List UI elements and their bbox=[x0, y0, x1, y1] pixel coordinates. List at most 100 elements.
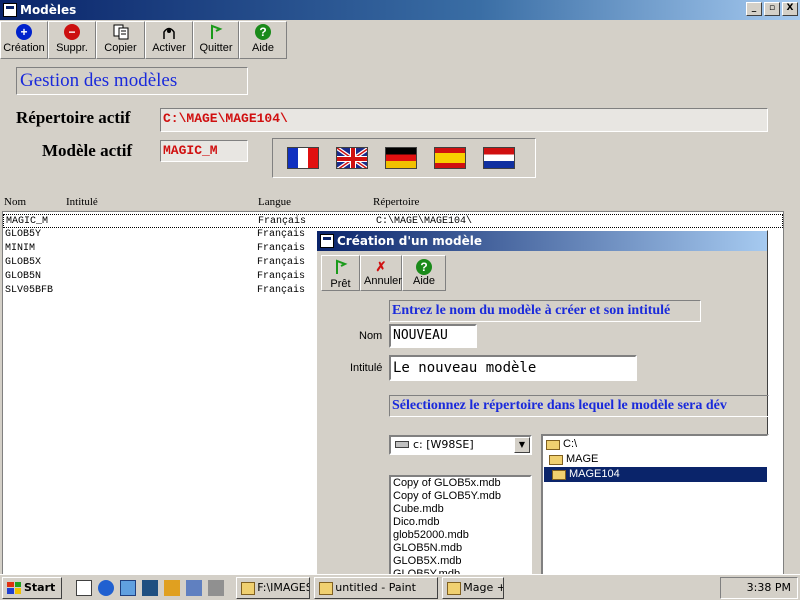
file-item[interactable]: GLOB5N.mdb bbox=[393, 542, 530, 555]
row-name: GLOB5Y bbox=[5, 229, 42, 240]
list-item[interactable]: MAGIC_M Français C:\MAGE\MAGE104\ bbox=[3, 214, 783, 228]
language-flags bbox=[272, 138, 536, 178]
french-flag-icon[interactable] bbox=[287, 147, 319, 169]
dir-label: C:\ bbox=[563, 438, 578, 450]
windows-logo-icon bbox=[7, 581, 21, 594]
file-list[interactable]: Copy of GLOB5x.mdb Copy of GLOB5Y.mdb Cu… bbox=[389, 475, 532, 587]
title-input[interactable]: Le nouveau modèle bbox=[389, 355, 637, 381]
activate-icon bbox=[163, 27, 175, 39]
app-launch-icon[interactable] bbox=[164, 579, 181, 596]
maximize-button[interactable]: ▫ bbox=[764, 2, 780, 16]
file-item[interactable]: Copy of GLOB5x.mdb bbox=[393, 477, 530, 490]
system-tray: 3:38 PM bbox=[719, 577, 798, 599]
dir-item[interactable]: MAGE bbox=[549, 452, 602, 467]
delete-label: Suppr. bbox=[56, 42, 88, 54]
file-item[interactable]: Copy of GLOB5Y.mdb bbox=[393, 490, 530, 503]
taskbar-item-mage[interactable]: Mage + 3 bbox=[442, 576, 505, 599]
help-button[interactable]: ? Aide bbox=[239, 21, 287, 59]
window-controls: _ ▫ X bbox=[746, 2, 798, 16]
row-language: Français bbox=[258, 216, 307, 227]
directory-tree[interactable]: C:\ MAGE MAGE104 bbox=[541, 434, 769, 587]
outlook-icon[interactable] bbox=[120, 579, 137, 596]
taskbar-item-paint[interactable]: untitled - Paint bbox=[314, 576, 439, 599]
folder-open-icon bbox=[546, 439, 560, 450]
dir-item[interactable]: C:\ bbox=[546, 437, 581, 452]
dialog-title: Création d'un modèle bbox=[337, 234, 483, 248]
row-language: Français bbox=[257, 271, 306, 282]
col-header-directory[interactable]: Répertoire bbox=[373, 196, 419, 208]
uk-flag-icon[interactable] bbox=[336, 147, 368, 169]
ready-button[interactable]: Prêt bbox=[321, 255, 360, 291]
name-input[interactable]: NOUVEAU bbox=[389, 324, 477, 348]
channels-icon[interactable] bbox=[142, 579, 159, 596]
spanish-flag-icon[interactable] bbox=[434, 147, 466, 169]
show-desktop-icon[interactable] bbox=[76, 579, 93, 596]
folder-open-icon bbox=[549, 454, 563, 465]
start-button[interactable]: Start bbox=[2, 576, 63, 599]
explorer-icon[interactable] bbox=[186, 579, 203, 596]
active-dir-label: Répertoire actif bbox=[16, 108, 131, 127]
create-model-dialog: Création d'un modèle Prêt ✗ Annuler ? Ai… bbox=[316, 230, 769, 587]
quit-button[interactable]: Quitter bbox=[193, 21, 239, 59]
dialog-help-button[interactable]: ? Aide bbox=[402, 255, 446, 291]
row-name: MINIM bbox=[5, 243, 36, 254]
cancel-button[interactable]: ✗ Annuler bbox=[360, 255, 402, 291]
file-item[interactable]: glob52000.mdb bbox=[393, 529, 530, 542]
utility-icon[interactable] bbox=[208, 579, 225, 596]
creation-button[interactable]: + Création bbox=[0, 21, 48, 59]
help-icon: ? bbox=[416, 259, 432, 275]
copy-button[interactable]: Copier bbox=[96, 21, 145, 59]
row-language: Français bbox=[257, 243, 306, 254]
copy-label: Copier bbox=[104, 42, 137, 54]
start-label: Start bbox=[24, 580, 56, 594]
dir-label: MAGE104 bbox=[569, 468, 620, 480]
col-header-title[interactable]: Intitulé bbox=[66, 196, 98, 208]
row-directory: C:\MAGE\MAGE104\ bbox=[376, 216, 473, 227]
delete-button[interactable]: − Suppr. bbox=[48, 21, 96, 59]
copy-icon bbox=[113, 24, 128, 40]
row-name: GLOB5N bbox=[5, 271, 42, 282]
name-section-heading: Entrez le nom du modèle à créer et son i… bbox=[389, 300, 701, 322]
drive-select[interactable]: c: [W98SE] ▼ bbox=[389, 435, 532, 455]
row-language: Français bbox=[257, 285, 306, 296]
file-item[interactable]: GLOB5X.mdb bbox=[393, 555, 530, 568]
main-toolbar: + Création − Suppr. Copier Activer Quitt… bbox=[0, 21, 287, 59]
taskbar-item-images[interactable]: F:\IMAGES bbox=[236, 576, 311, 599]
list-scrollbar[interactable] bbox=[784, 213, 800, 583]
activate-label: Activer bbox=[152, 42, 186, 54]
col-header-language[interactable]: Langue bbox=[258, 196, 291, 208]
title-label: Intitulé bbox=[350, 362, 383, 374]
taskbar: Start F:\IMAGES untitled - Paint Mage + … bbox=[0, 574, 800, 600]
name-label: Nom bbox=[359, 330, 383, 342]
active-model-field: MAGIC_M bbox=[160, 140, 248, 162]
drive-value: c: [W98SE] bbox=[413, 438, 474, 451]
help-icon: ? bbox=[255, 24, 271, 40]
dutch-flag-icon[interactable] bbox=[483, 147, 515, 169]
exit-icon bbox=[211, 24, 223, 39]
minimize-button[interactable]: _ bbox=[746, 2, 762, 16]
page-title: Gestion des modèles bbox=[16, 67, 248, 95]
folder-open-icon bbox=[552, 469, 566, 480]
file-item[interactable]: Cube.mdb bbox=[393, 503, 530, 516]
file-item[interactable]: Dico.mdb bbox=[393, 516, 530, 529]
directory-section-heading: Sélectionnez le répertoire dans lequel l… bbox=[389, 395, 769, 417]
creation-label: Création bbox=[3, 42, 45, 54]
dialog-toolbar: Prêt ✗ Annuler ? Aide bbox=[321, 255, 446, 291]
ready-icon bbox=[335, 259, 347, 274]
activate-button[interactable]: Activer bbox=[145, 21, 193, 59]
dir-item-selected[interactable]: MAGE104 bbox=[544, 467, 767, 482]
cancel-label: Annuler bbox=[364, 275, 402, 287]
cancel-icon: ✗ bbox=[375, 259, 387, 274]
row-name: MAGIC_M bbox=[6, 216, 49, 227]
plus-icon: + bbox=[16, 24, 32, 40]
internet-explorer-icon[interactable] bbox=[98, 579, 115, 596]
col-header-name[interactable]: Nom bbox=[4, 196, 26, 208]
drive-icon bbox=[395, 441, 409, 448]
close-button[interactable]: X bbox=[782, 2, 798, 16]
ready-label: Prêt bbox=[330, 278, 351, 290]
row-name: GLOB5X bbox=[5, 257, 42, 268]
dir-label: MAGE bbox=[566, 453, 599, 465]
chevron-down-icon[interactable]: ▼ bbox=[514, 437, 530, 453]
row-language: Français bbox=[257, 229, 306, 240]
german-flag-icon[interactable] bbox=[385, 147, 417, 169]
